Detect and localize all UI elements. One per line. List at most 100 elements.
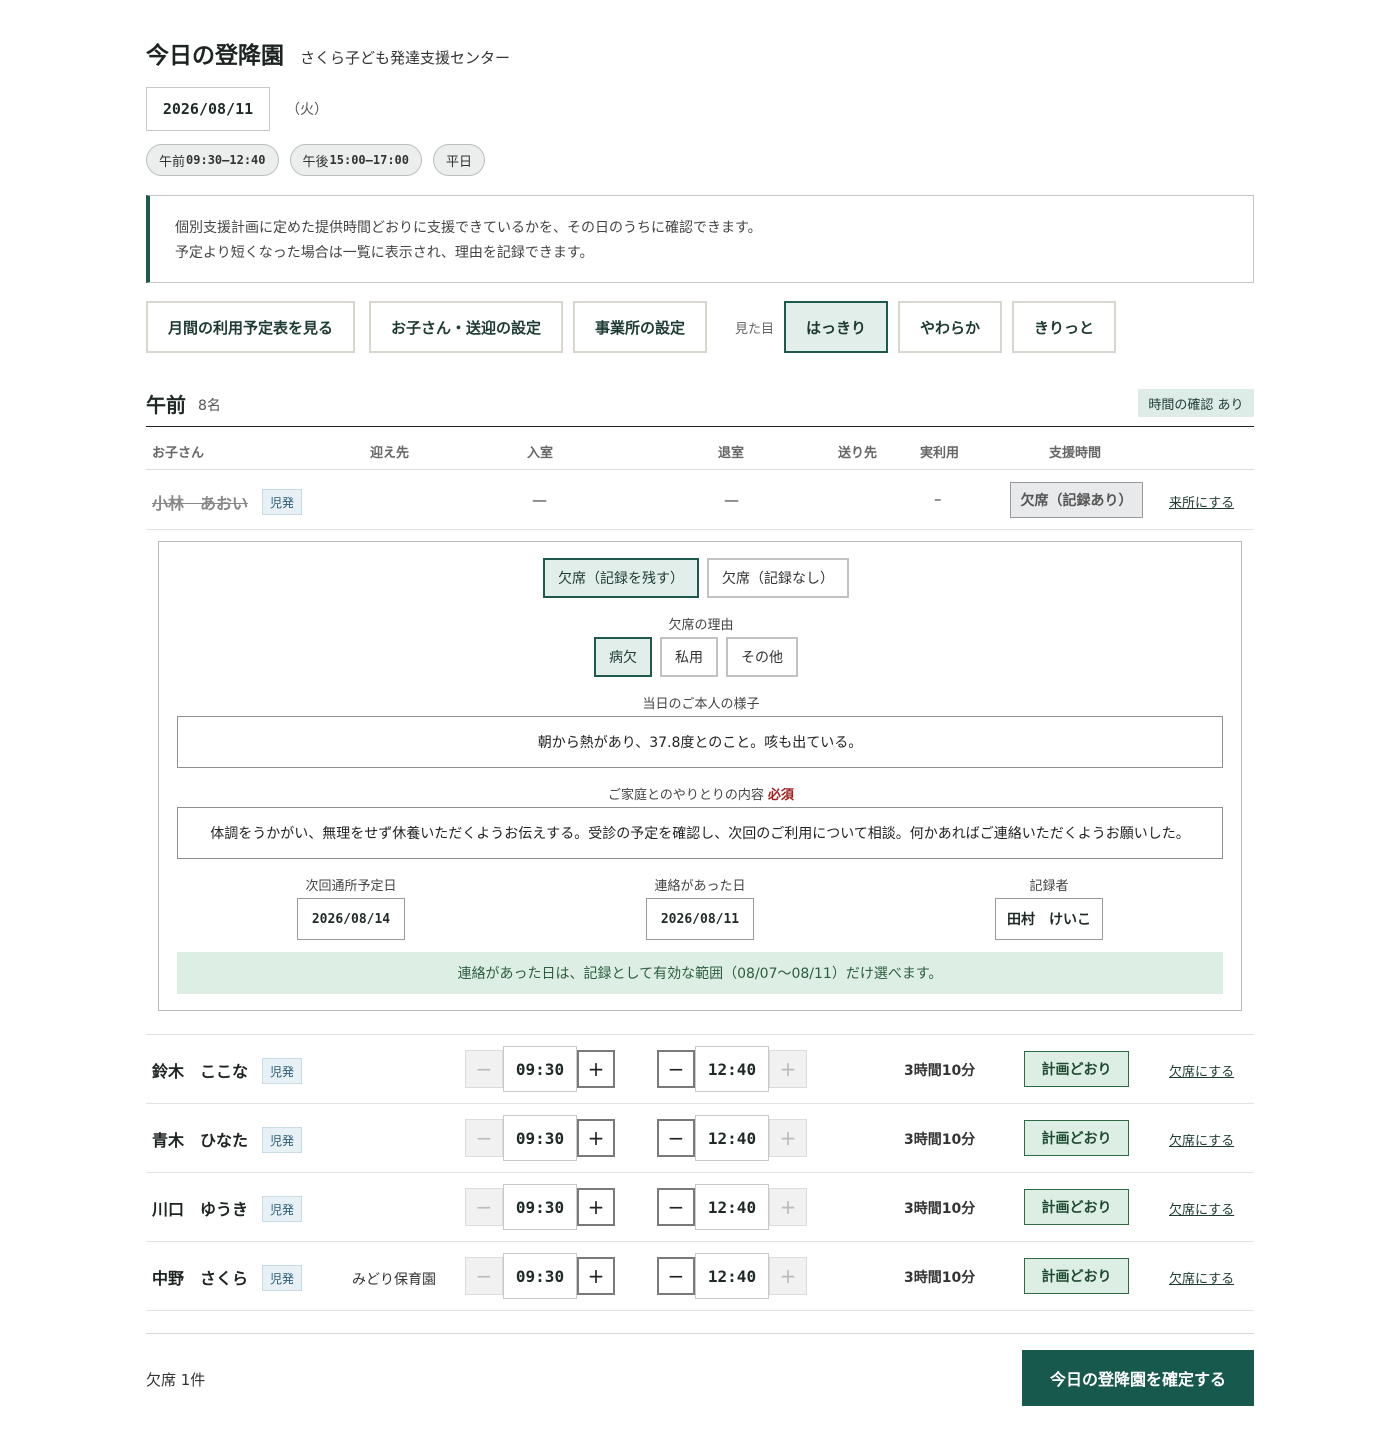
mark-absent-link[interactable]: 欠席にする: [1169, 1130, 1234, 1149]
checkout-increment-button[interactable]: +: [769, 1050, 807, 1088]
service-tag: 児発: [262, 489, 302, 515]
checkin-decrement-button[interactable]: −: [465, 1257, 503, 1295]
checkout-time-input[interactable]: 12:40: [695, 1253, 769, 1299]
table-row: 青木 ひなた 児発 −09:30 + −12:40 +3時間10分 計画どおり 欠席にする: [146, 1104, 1254, 1173]
reason-other[interactable]: その他: [726, 637, 798, 677]
recorder-input[interactable]: 田村 けいこ: [995, 898, 1103, 940]
checkin-increment-button[interactable]: +: [577, 1050, 615, 1088]
am-section-header: 午前 8名 時間の確認 あり: [146, 389, 1254, 427]
plan-status-badge: 計画どおり: [1024, 1189, 1129, 1225]
absence-detail-panel: 欠席（記録を残す） 欠席（記録なし） 欠席の理由 病欠 私用 その他 当日のご本…: [158, 541, 1242, 1011]
col-pickup: 迎え先: [370, 446, 410, 461]
weekday-label: （火）: [286, 102, 328, 118]
checkin-decrement-button[interactable]: −: [465, 1119, 503, 1157]
child-name: 中野 さくら: [152, 1269, 249, 1288]
toolbar: 月間の利用予定表を見る お子さん・送迎の設定 事業所の設定 見た目 はっきり や…: [146, 301, 1117, 353]
pickup-location: みどり保育園: [352, 1272, 436, 1288]
absence-mode-record[interactable]: 欠席（記録を残す）: [543, 558, 699, 598]
reason-sick[interactable]: 病欠: [594, 637, 652, 677]
contact-date-label: 連絡があった日: [654, 879, 746, 894]
child-name: 鈴木 ここな: [152, 1062, 249, 1081]
table-header: お子さん 迎え先 入室 退室 送り先 実利用 支援時間: [146, 428, 1254, 470]
col-dropoff: 送り先: [838, 446, 878, 461]
contact-date-hint: 連絡があった日は、記録として有効な範囲（08/07〜08/11）だけ選べます。: [177, 952, 1223, 994]
checkin-time-input[interactable]: 09:30: [503, 1046, 577, 1092]
condition-label: 当日のご本人の様子: [642, 697, 760, 712]
table-row: 川口 ゆうき 児発 −09:30 + −12:40 +3時間10分 計画どおり 欠席にする: [146, 1173, 1254, 1242]
table-row: 中野 さくら 児発 みどり保育園 −09:30 + −12:40 +3時間10分 計画どおり欠…: [146, 1242, 1254, 1311]
date-picker[interactable]: 2026/08/11: [146, 87, 270, 131]
checkout-decrement-button[interactable]: −: [657, 1188, 695, 1226]
facility-name: さくら子ども発達支援センター: [300, 49, 511, 67]
chip-pm-session: 午後 15:00–17:00: [289, 144, 422, 176]
service-tag: 児発: [262, 1265, 302, 1291]
contact-date-input[interactable]: 2026/08/11: [646, 898, 754, 940]
theme-option-clear[interactable]: はっきり: [784, 301, 889, 353]
plan-status-badge: 計画どおり: [1024, 1051, 1129, 1087]
checkin-time-input[interactable]: 09:30: [503, 1253, 577, 1299]
checkin-decrement-button[interactable]: −: [465, 1188, 503, 1226]
info-notice: 個別支援計画に定めた提供時間どおりに支援できているかを、その日のうちに確認できま…: [146, 195, 1254, 283]
page-header: 今日の登降園 さくら子ども発達支援センター: [146, 36, 510, 70]
mark-absent-link[interactable]: 欠席にする: [1169, 1061, 1234, 1080]
session-chips: 午前 09:30–12:40 午後 15:00–17:00 平日: [146, 144, 496, 176]
child-name: 青木 ひなた: [152, 1131, 249, 1150]
checkin-time-input[interactable]: 09:30: [503, 1184, 577, 1230]
checkin-increment-button[interactable]: +: [577, 1119, 615, 1157]
checkout-time-input[interactable]: 12:40: [695, 1115, 769, 1161]
table-row-absent: 小林 あおい 児発 — — – 欠席（記録あり） 来所にする: [146, 471, 1254, 530]
date-row: 2026/08/11 （火）: [146, 87, 328, 131]
family-input[interactable]: 体調をうかがい、無理をせず休養いただくようお伝えする。受診の予定を確認し、次回の…: [177, 807, 1223, 859]
actual-empty: –: [934, 490, 942, 508]
checkin-increment-button[interactable]: +: [577, 1188, 615, 1226]
checkout-decrement-button[interactable]: −: [657, 1119, 695, 1157]
reason-personal[interactable]: 私用: [660, 637, 718, 677]
actual-duration: 3時間10分: [904, 1063, 976, 1079]
checkout-time-input[interactable]: 12:40: [695, 1046, 769, 1092]
office-settings-button[interactable]: 事業所の設定: [573, 301, 707, 353]
checkin-empty: —: [532, 491, 547, 509]
col-checkin: 入室: [527, 446, 554, 461]
children-settings-button[interactable]: お子さん・送迎の設定: [369, 301, 563, 353]
mark-absent-link[interactable]: 欠席にする: [1169, 1199, 1234, 1218]
chip-am-session: 午前 09:30–12:40: [146, 144, 279, 176]
checkout-increment-button[interactable]: +: [769, 1188, 807, 1226]
child-name: 川口 ゆうき: [152, 1200, 249, 1219]
plan-status-badge: 計画どおり: [1024, 1258, 1129, 1294]
col-support: 支援時間: [1049, 446, 1102, 461]
plan-status-badge: 計画どおり: [1024, 1120, 1129, 1156]
confirm-button[interactable]: 今日の登降園を確定する: [1022, 1350, 1254, 1406]
checkout-increment-button[interactable]: +: [769, 1257, 807, 1295]
actual-duration: 3時間10分: [904, 1270, 976, 1286]
family-label: ご家庭とのやりとりの内容 必須: [608, 788, 794, 803]
time-check-badge: 時間の確認 あり: [1138, 389, 1254, 417]
checkout-decrement-button[interactable]: −: [657, 1257, 695, 1295]
service-tag: 児発: [262, 1127, 302, 1153]
checkin-increment-button[interactable]: +: [577, 1257, 615, 1295]
checkout-empty: —: [724, 491, 739, 509]
checkout-decrement-button[interactable]: −: [657, 1050, 695, 1088]
col-actual: 実利用: [920, 446, 960, 461]
checkout-increment-button[interactable]: +: [769, 1119, 807, 1157]
child-name: 小林 あおい: [152, 494, 249, 513]
checkout-time-input[interactable]: 12:40: [695, 1184, 769, 1230]
mark-absent-link[interactable]: 欠席にする: [1169, 1268, 1234, 1287]
monthly-schedule-button[interactable]: 月間の利用予定表を見る: [146, 301, 355, 353]
checkin-time-input[interactable]: 09:30: [503, 1115, 577, 1161]
theme-option-crisp[interactable]: きりっと: [1012, 301, 1117, 353]
next-visit-date-input[interactable]: 2026/08/14: [297, 898, 405, 940]
checkin-decrement-button[interactable]: −: [465, 1050, 503, 1088]
mark-present-link[interactable]: 来所にする: [1169, 492, 1234, 511]
theme-label: 見た目: [735, 321, 775, 337]
section-title: 午前: [146, 393, 186, 417]
absent-status-badge: 欠席（記録あり）: [1010, 482, 1143, 518]
chip-day-type: 平日: [433, 144, 486, 176]
service-tag: 児発: [262, 1058, 302, 1084]
absence-mode-no-record[interactable]: 欠席（記録なし）: [707, 558, 849, 598]
col-checkout: 退室: [718, 446, 745, 461]
actual-duration: 3時間10分: [904, 1201, 976, 1217]
theme-option-soft[interactable]: やわらか: [898, 301, 1003, 353]
notice-line-2: 予定より短くなった場合は一覧に表示され、理由を記録できます。: [175, 245, 594, 261]
notice-line-1: 個別支援計画に定めた提供時間どおりに支援できているかを、その日のうちに確認できま…: [175, 220, 762, 236]
condition-input[interactable]: 朝から熱があり、37.8度とのこと。咳も出ている。: [177, 716, 1223, 768]
